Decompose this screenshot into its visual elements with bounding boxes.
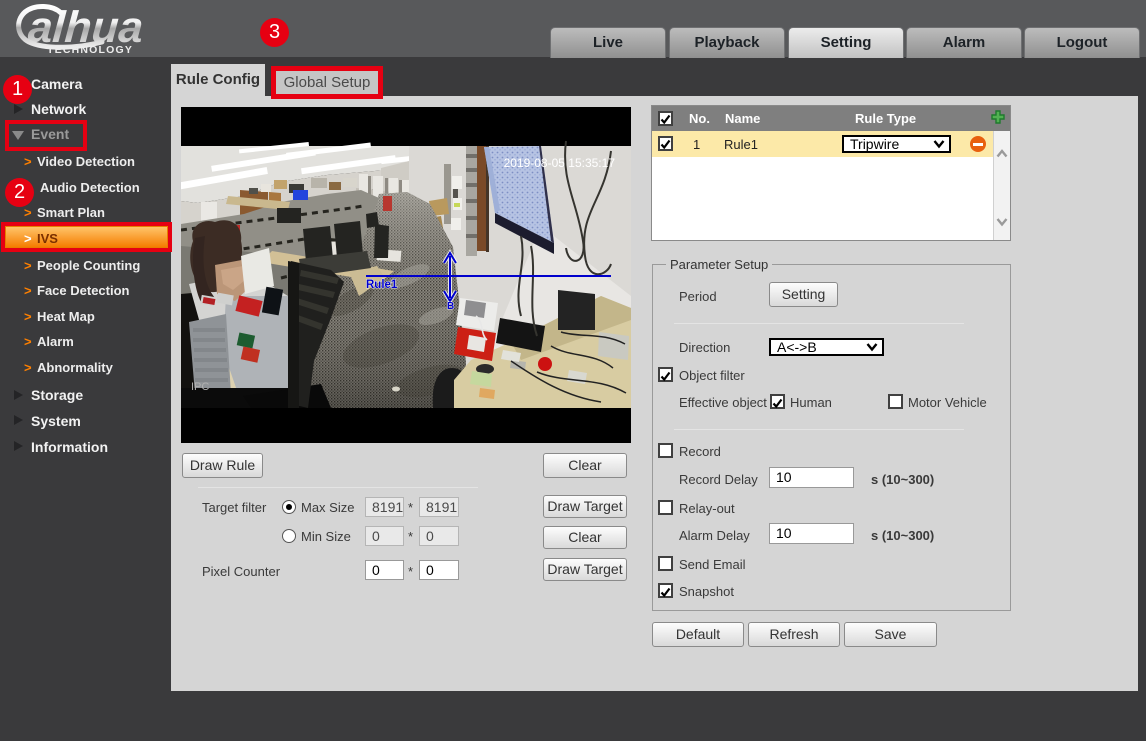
svg-text:Rule1: Rule1: [366, 279, 398, 291]
svg-text:2019-08-05 15:35:17: 2019-08-05 15:35:17: [504, 156, 616, 170]
svg-text:IPC: IPC: [191, 381, 209, 393]
svg-text:TECHNOLOGY: TECHNOLOGY: [47, 44, 133, 56]
svg-text:B: B: [447, 301, 454, 312]
